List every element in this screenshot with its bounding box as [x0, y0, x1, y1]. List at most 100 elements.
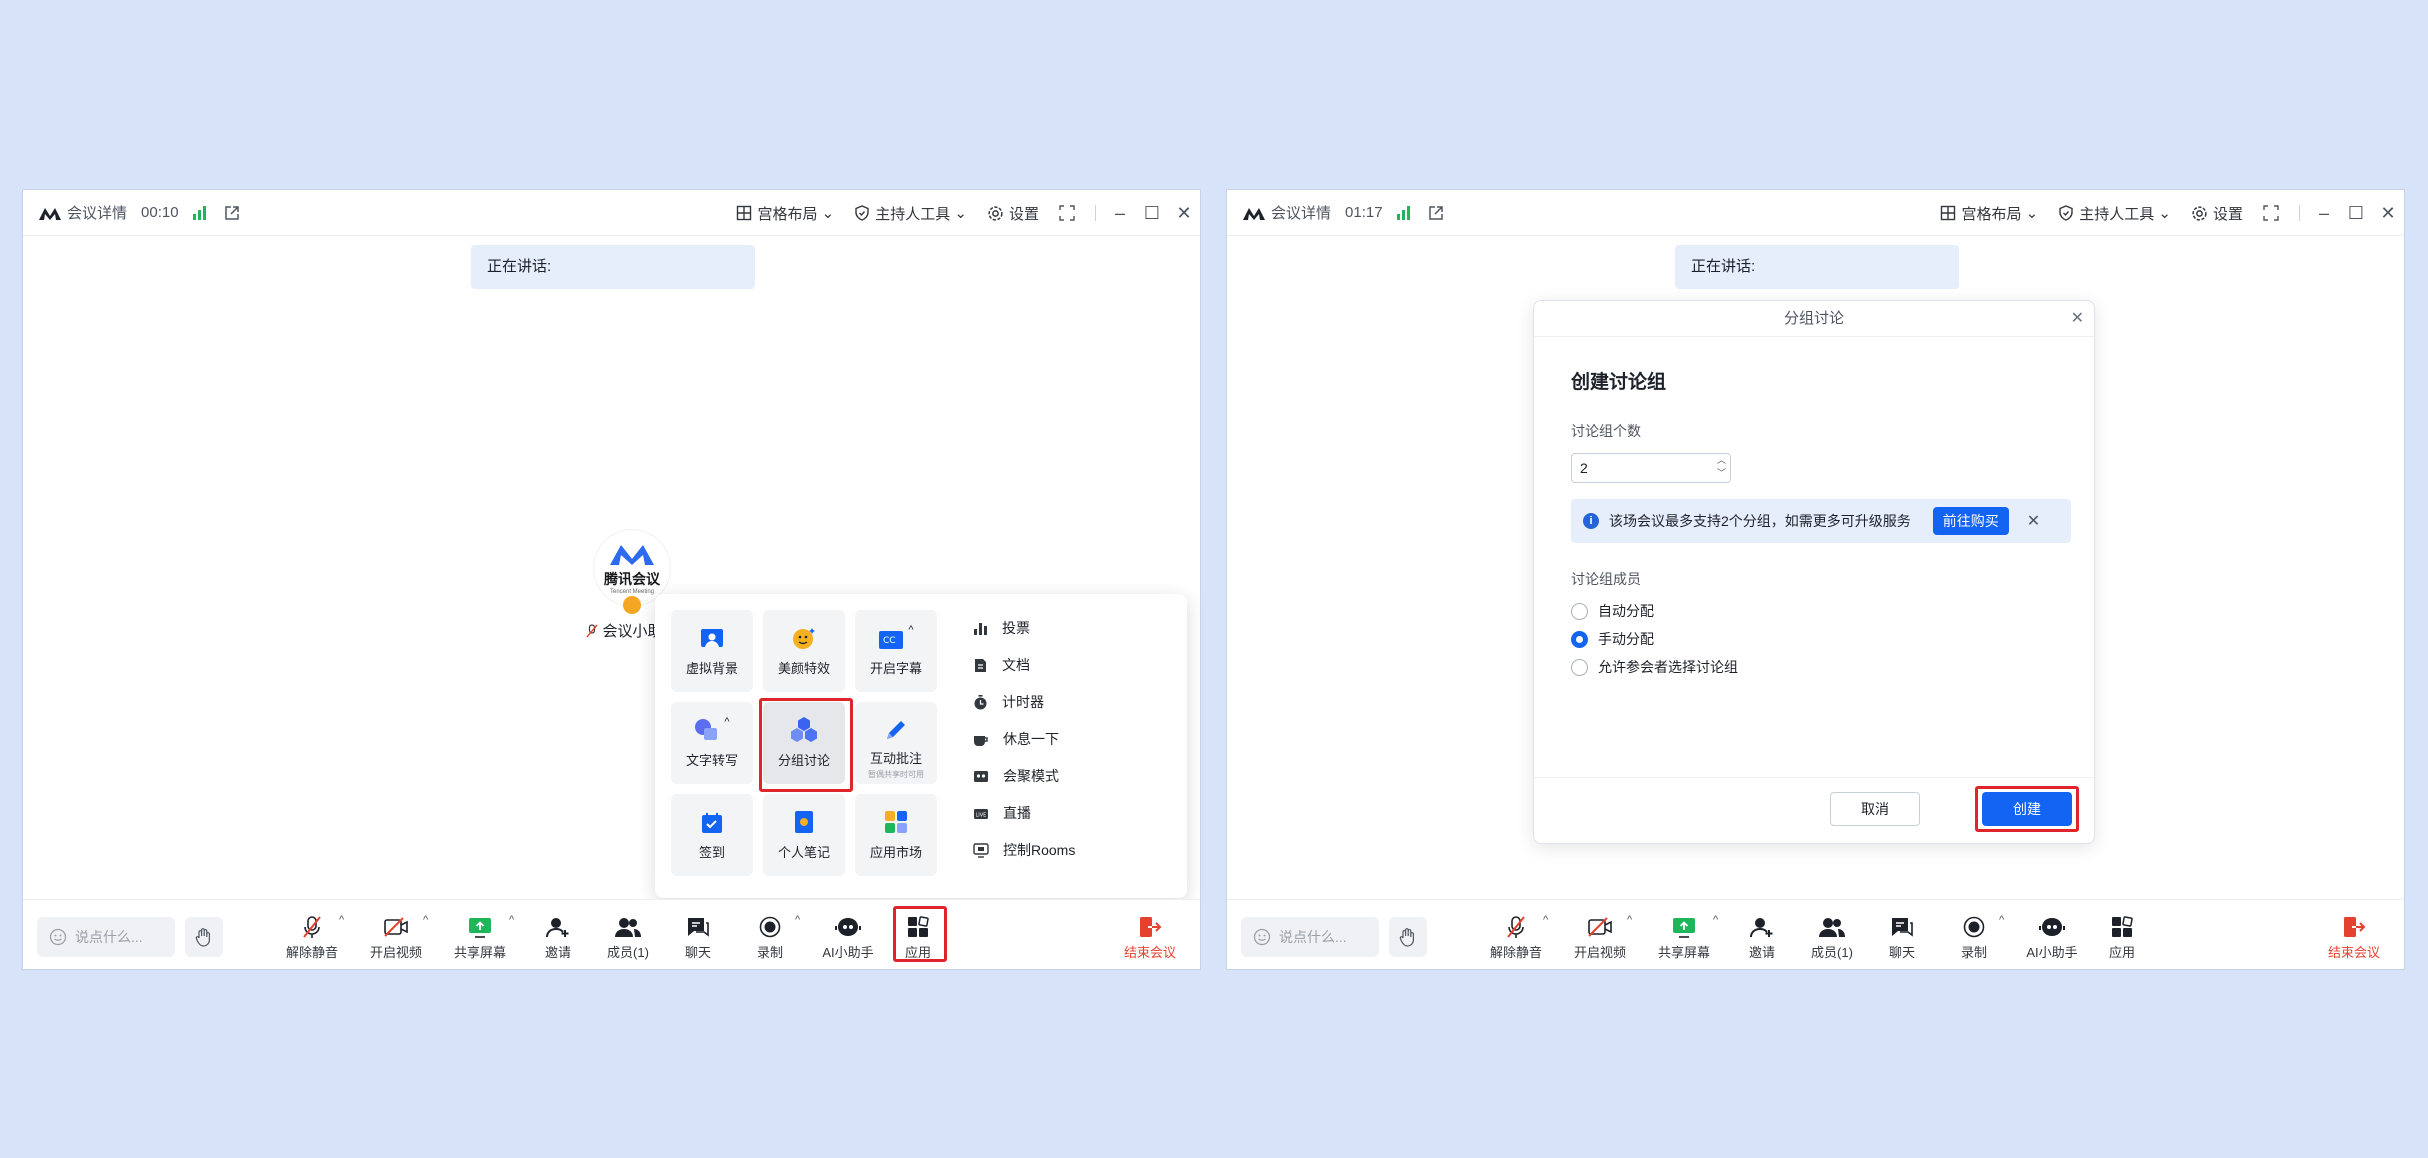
- list-item-label: 投票: [1002, 620, 1030, 636]
- say-something-input[interactable]: 说点什么...: [37, 917, 175, 957]
- chevron-up-icon[interactable]: ^: [908, 624, 913, 636]
- invite-button[interactable]: 邀请: [523, 914, 593, 961]
- raise-hand-button[interactable]: [185, 917, 223, 957]
- list-item-label: 控制Rooms: [1003, 842, 1076, 858]
- list-item-vote[interactable]: 投票: [973, 616, 1030, 640]
- list-item-rooms[interactable]: 控制Rooms: [973, 838, 1075, 862]
- ai-assistant-button[interactable]: AI小助手: [813, 914, 883, 961]
- buy-button[interactable]: 前往购买: [1932, 507, 2009, 535]
- ai-assistant-button[interactable]: AI小助手: [2017, 914, 2087, 961]
- invite-button[interactable]: 邀请: [1727, 914, 1797, 961]
- app-tile-label: 美颜特效: [777, 661, 830, 676]
- radio-button[interactable]: [1571, 602, 1588, 620]
- chevron-up-icon[interactable]: ^: [339, 914, 344, 926]
- host-badge-icon: [623, 596, 641, 614]
- share-screen-button[interactable]: 共享屏幕: [1649, 914, 1719, 961]
- meeting-detail-link[interactable]: 会议详情: [67, 202, 127, 223]
- signal-strength-icon[interactable]: [1396, 205, 1410, 220]
- share-screen-button[interactable]: 共享屏幕: [445, 914, 515, 961]
- start-video-button[interactable]: 开启视频: [361, 914, 431, 961]
- layout-menu[interactable]: 宫格布局 ⌄: [736, 203, 834, 224]
- radio-button-checked[interactable]: [1571, 630, 1588, 648]
- chevron-up-icon[interactable]: ^: [423, 914, 428, 926]
- start-video-button[interactable]: 开启视频: [1565, 914, 1635, 961]
- tool-label: AI小助手: [822, 945, 874, 960]
- fullscreen-icon[interactable]: [2263, 205, 2279, 221]
- app-tile-subtitles[interactable]: CC ^ 开启字幕: [855, 610, 937, 692]
- say-placeholder: 说点什么...: [1279, 929, 1347, 945]
- list-item-timer[interactable]: 计时器: [973, 690, 1044, 714]
- members-button[interactable]: 成员(1): [1797, 914, 1867, 961]
- signal-strength-icon[interactable]: [192, 205, 206, 220]
- list-item-together-mode[interactable]: 会聚模式: [973, 764, 1059, 788]
- group-count-stepper[interactable]: 2 ︿ ﹀: [1571, 453, 1731, 483]
- chevron-down-icon[interactable]: ﹀: [1717, 467, 1726, 480]
- close-icon[interactable]: ✕: [2071, 301, 2084, 337]
- raise-hand-button[interactable]: [1389, 917, 1427, 957]
- layout-menu[interactable]: 宫格布局 ⌄: [1940, 203, 2038, 224]
- minimize-icon[interactable]: –: [2308, 203, 2340, 224]
- close-icon[interactable]: ✕: [2372, 203, 2404, 224]
- invite-icon: [1750, 918, 1773, 938]
- list-item-live[interactable]: LIVE 直播: [973, 801, 1031, 825]
- fullscreen-icon[interactable]: [1059, 205, 1075, 221]
- list-item-document[interactable]: 文档: [973, 653, 1030, 677]
- chevron-up-icon[interactable]: ^: [1713, 914, 1718, 926]
- ai-assistant-icon: [2039, 918, 2065, 936]
- group-count-label: 讨论组个数: [1571, 423, 1641, 439]
- host-tools-menu[interactable]: 主持人工具 ⌄: [2058, 203, 2171, 224]
- chevron-down-icon: ⌄: [2021, 205, 2039, 222]
- cancel-button[interactable]: 取消: [1830, 792, 1920, 826]
- maximize-icon[interactable]: ☐: [2340, 203, 2372, 224]
- popout-icon[interactable]: [1428, 205, 1444, 221]
- chevron-up-icon[interactable]: ^: [795, 914, 800, 926]
- chevron-up-icon[interactable]: ^: [1627, 914, 1632, 926]
- tool-label: 应用: [2108, 945, 2135, 960]
- app-tile-notes[interactable]: 个人笔记: [763, 794, 845, 876]
- unmute-button[interactable]: 解除静音: [1481, 914, 1551, 961]
- option-manual-assign[interactable]: 手动分配: [1571, 629, 1654, 649]
- app-tile-beauty[interactable]: 美颜特效: [763, 610, 845, 692]
- hand-icon: [195, 928, 210, 947]
- dialog-title: 创建讨论组: [1571, 372, 1667, 393]
- video-off-icon: [384, 917, 408, 937]
- option-label: 允许参会者选择讨论组: [1598, 659, 1738, 675]
- close-icon[interactable]: ✕: [2027, 511, 2040, 531]
- unmute-button[interactable]: 解除静音: [277, 914, 347, 961]
- notes-icon: [795, 811, 813, 833]
- minimize-icon[interactable]: –: [1104, 203, 1136, 224]
- gear-icon: [2192, 205, 2207, 221]
- limit-notice: i 该场会议最多支持2个分组，如需更多可升级服务 前往购买 ✕: [1571, 499, 2071, 543]
- close-icon[interactable]: ✕: [1168, 203, 1200, 224]
- apps-button[interactable]: 应用: [2087, 914, 2157, 961]
- meeting-window-right: 会议详情 01:17 宫格布局 ⌄ 主持人工具 ⌄ 设置 – ☐ ✕ 正在讲话:…: [1226, 189, 2405, 970]
- meeting-detail-link[interactable]: 会议详情: [1271, 202, 1331, 223]
- end-meeting-button[interactable]: 结束会议: [1114, 914, 1186, 961]
- chevron-up-icon[interactable]: ^: [724, 716, 729, 728]
- app-tile-app-market[interactable]: 应用市场: [855, 794, 937, 876]
- app-tile-transcription[interactable]: ^ 文字转写: [671, 702, 753, 784]
- tool-label: 共享屏幕: [453, 945, 506, 960]
- list-item-break[interactable]: 休息一下: [973, 727, 1059, 751]
- say-something-input[interactable]: 说点什么...: [1241, 917, 1379, 957]
- host-tools-menu[interactable]: 主持人工具 ⌄: [854, 203, 967, 224]
- option-self-select[interactable]: 允许参会者选择讨论组: [1571, 657, 1738, 677]
- app-tile-virtual-background[interactable]: 虚拟背景: [671, 610, 753, 692]
- radio-button[interactable]: [1571, 658, 1588, 676]
- popout-icon[interactable]: [224, 205, 240, 221]
- option-auto-assign[interactable]: 自动分配: [1571, 601, 1654, 621]
- chevron-up-icon[interactable]: ︿: [1717, 454, 1726, 467]
- end-meeting-label: 结束会议: [2327, 945, 2380, 960]
- members-button[interactable]: 成员(1): [593, 914, 663, 961]
- chevron-up-icon[interactable]: ^: [1999, 914, 2004, 926]
- chat-button[interactable]: 聊天: [1867, 914, 1937, 961]
- app-tile-check-in[interactable]: 签到: [671, 794, 753, 876]
- settings-button[interactable]: 设置: [2191, 203, 2243, 224]
- chevron-up-icon[interactable]: ^: [1543, 914, 1548, 926]
- chat-button[interactable]: 聊天: [663, 914, 733, 961]
- settings-button[interactable]: 设置: [987, 203, 1039, 224]
- app-tile-annotation[interactable]: 互动批注 暂偶共享时可用: [855, 702, 937, 784]
- end-meeting-button[interactable]: 结束会议: [2318, 914, 2390, 961]
- chevron-up-icon[interactable]: ^: [509, 914, 514, 926]
- maximize-icon[interactable]: ☐: [1136, 203, 1168, 224]
